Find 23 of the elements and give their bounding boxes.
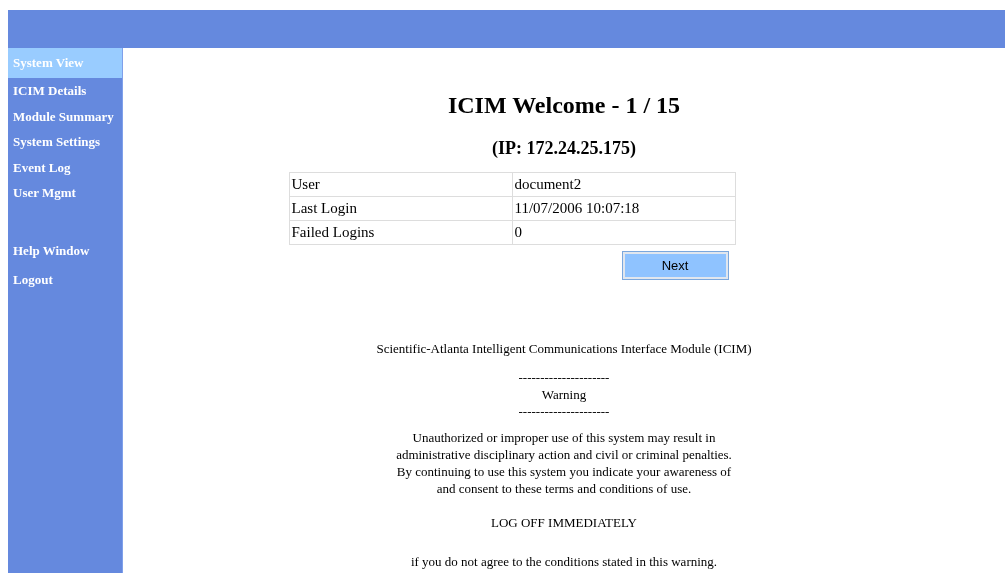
notice-heading: Scientific-Atlanta Intelligent Communications Interface Module (ICIM) (376, 340, 752, 357)
table-cell: 0 (512, 220, 735, 245)
sidebar-link[interactable]: User Mgmt (8, 180, 122, 206)
sidebar-link[interactable]: System Settings (8, 129, 122, 155)
warning-label: Warning (541, 386, 587, 403)
divider-dashes: --------------------- (518, 403, 610, 420)
warning-text: Unauthorized or improper use of this system may result in administrative disciplinary action and civil or criminal penalties. By continuing to use this system you indicate your awareness of and consent to these terms and conditions of use. (396, 429, 732, 497)
sidebar-link[interactable]: ICIM Details (8, 78, 122, 104)
table-cell: Failed Logins (289, 220, 512, 245)
warning-footer: if you do not agree to the conditions stated in this warning. (410, 553, 718, 570)
sidebar-link[interactable]: Logout (8, 264, 122, 294)
sidebar-link[interactable]: Help Window (8, 235, 122, 265)
table-cell: document2 (512, 172, 735, 197)
logoff-notice: LOG OFF IMMEDIATELY (491, 514, 637, 531)
table-cell: User (289, 172, 512, 197)
sidebar-link[interactable]: Event Log (8, 154, 122, 180)
divider-dashes: --------------------- (518, 369, 610, 386)
ip-address: (IP: 172.24.25.175) (492, 137, 636, 159)
table-cell: Last Login (289, 196, 512, 221)
table-cell: 11/07/2006 10:07:18 (512, 196, 735, 221)
page-title: ICIM Welcome - 1 / 15 (447, 91, 681, 120)
next-button[interactable]: Next (622, 252, 728, 279)
sidebar-link[interactable]: Module Summary (8, 103, 122, 129)
